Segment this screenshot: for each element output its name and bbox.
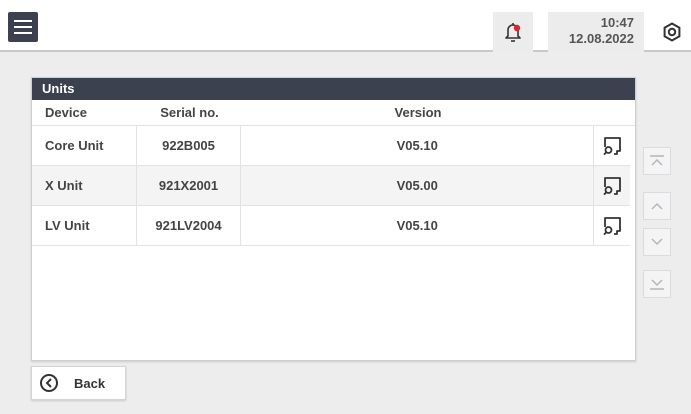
details-button[interactable] bbox=[594, 166, 630, 205]
scroll-down-button[interactable] bbox=[643, 228, 671, 256]
column-header-serial: Serial no. bbox=[160, 105, 219, 120]
column-header-version: Version bbox=[394, 105, 442, 120]
alarm-indicator-dot bbox=[513, 24, 521, 32]
scroll-top-button[interactable] bbox=[643, 147, 671, 175]
units-panel: Units Device Serial no. Version Core Uni… bbox=[31, 77, 636, 361]
units-table-body: Core Unit 922B005 V05.10 X Unit 921X2001… bbox=[32, 126, 630, 246]
hamburger-menu-icon bbox=[14, 20, 32, 22]
table-row: X Unit 921X2001 V05.00 bbox=[32, 166, 630, 206]
version-cell: V05.00 bbox=[241, 166, 595, 205]
clock-date: 12.08.2022 bbox=[568, 31, 634, 46]
menu-button[interactable] bbox=[8, 12, 38, 42]
alarm-button[interactable] bbox=[493, 12, 533, 52]
back-label: Back bbox=[74, 375, 106, 391]
details-button[interactable] bbox=[594, 206, 630, 245]
device-cell: LV Unit bbox=[32, 206, 137, 245]
details-button[interactable] bbox=[594, 126, 630, 165]
bell-alarm-icon bbox=[505, 23, 521, 42]
serial-cell: 922B005 bbox=[137, 126, 242, 165]
details-search-icon bbox=[603, 216, 621, 235]
chevron-left-circle-icon bbox=[40, 374, 58, 392]
table-row: Core Unit 922B005 V05.10 bbox=[32, 126, 630, 166]
scroll-top-icon bbox=[650, 155, 664, 166]
scroll-up-button[interactable] bbox=[643, 192, 671, 220]
details-search-icon bbox=[603, 136, 621, 155]
device-cell: Core Unit bbox=[32, 126, 137, 165]
version-cell: V05.10 bbox=[241, 206, 595, 245]
serial-cell: 921X2001 bbox=[137, 166, 242, 205]
top-bar: 10:47 12.08.2022 bbox=[0, 0, 691, 52]
panel-title: Units bbox=[32, 78, 635, 100]
version-cell: V05.10 bbox=[241, 126, 595, 165]
scroll-bottom-button[interactable] bbox=[643, 270, 671, 298]
table-row: LV Unit 921LV2004 V05.10 bbox=[32, 206, 630, 246]
device-cell: X Unit bbox=[32, 166, 137, 205]
clock-display: 10:47 12.08.2022 bbox=[548, 12, 644, 52]
scroll-down-icon bbox=[651, 238, 663, 246]
serial-cell: 921LV2004 bbox=[137, 206, 242, 245]
scroll-bottom-icon bbox=[650, 279, 664, 290]
gear-icon bbox=[663, 22, 681, 42]
back-button[interactable]: Back bbox=[31, 366, 126, 400]
details-search-icon bbox=[603, 176, 621, 195]
settings-button[interactable] bbox=[653, 12, 691, 52]
clock-time: 10:47 bbox=[600, 15, 634, 30]
column-header-device: Device bbox=[45, 105, 87, 120]
scroll-up-icon bbox=[651, 202, 663, 210]
table-header: Device Serial no. Version bbox=[32, 100, 635, 126]
